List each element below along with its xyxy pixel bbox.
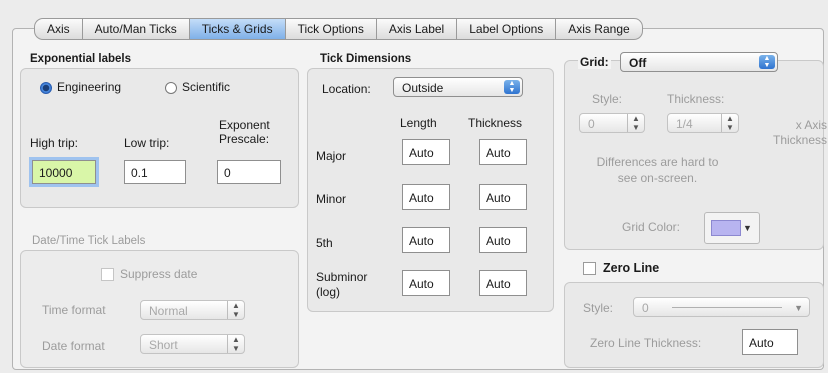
time-format-popup[interactable]: Normal ▲ ▼ (140, 300, 245, 320)
datetime-title: Date/Time Tick Labels (32, 235, 146, 247)
grid-style-label: Style: (592, 92, 623, 106)
up-down-arrows-icon: ▲ ▼ (721, 114, 738, 132)
grid-thickness-label: Thickness: (667, 92, 725, 106)
tab-bar: Axis Auto/Man Ticks Ticks & Grids Tick O… (34, 18, 643, 40)
subminor-length-input[interactable]: Auto (402, 270, 450, 296)
up-down-arrows-icon: ▲ ▼ (627, 114, 644, 132)
chevron-down-icon: ▼ (794, 303, 803, 313)
location-popup[interactable]: Outside ▲ ▼ (393, 77, 523, 97)
thickness-header: Thickness (468, 116, 523, 130)
up-down-arrows-icon: ▲ ▼ (759, 55, 775, 69)
zero-line-thickness-label: Zero Line Thickness: (590, 336, 702, 350)
tab-axis[interactable]: Axis (34, 18, 82, 40)
zero-line-style-popup[interactable]: 0 ▼ (633, 297, 810, 317)
major-length-input[interactable]: Auto (402, 139, 450, 165)
fifth-label: 5th (316, 236, 333, 250)
grid-color-button[interactable]: ▼ (704, 212, 760, 244)
up-down-arrows-icon: ▲ ▼ (227, 335, 244, 353)
up-down-arrows-icon: ▲ ▼ (227, 301, 244, 319)
high-trip-input[interactable]: 10000 (29, 157, 99, 187)
up-down-arrows-icon: ▲ ▼ (504, 80, 520, 94)
tab-auto-man-ticks[interactable]: Auto/Man Ticks (81, 18, 189, 40)
date-format-label: Date format (42, 339, 105, 353)
grid-note: Differences are hard to see on-screen. (596, 155, 719, 185)
chevron-down-icon: ▼ (743, 223, 752, 233)
suppress-date-checkbox[interactable] (101, 268, 114, 281)
tab-ticks-grids[interactable]: Ticks & Grids (188, 18, 285, 40)
zero-line-thickness-input[interactable]: Auto (742, 329, 798, 355)
length-header: Length (400, 116, 437, 130)
scientific-radio[interactable] (165, 82, 177, 94)
location-label: Location: (322, 82, 371, 96)
major-thickness-input[interactable]: Auto (479, 139, 527, 165)
subminor-label: Subminor (log) (316, 270, 368, 299)
fifth-thickness-input[interactable]: Auto (479, 227, 527, 253)
grid-color-swatch (711, 220, 741, 236)
high-trip-label: High trip: (30, 136, 79, 150)
minor-label: Minor (316, 192, 347, 206)
tab-axis-label[interactable]: Axis Label (375, 18, 457, 40)
tick-dimensions-title: Tick Dimensions (320, 53, 412, 65)
time-format-label: Time format (42, 303, 106, 317)
fifth-length-input[interactable]: Auto (402, 227, 450, 253)
line-sample (672, 307, 782, 308)
grid-label: Grid: (578, 55, 611, 69)
zero-line-label: Zero Line (603, 261, 660, 275)
minor-length-input[interactable]: Auto (402, 184, 450, 210)
engineering-radio[interactable] (40, 82, 52, 94)
tab-label-options[interactable]: Label Options (456, 18, 556, 40)
grid-popup[interactable]: Off ▲ ▼ (620, 52, 778, 72)
scientific-label: Scientific (182, 80, 231, 94)
date-format-popup[interactable]: Short ▲ ▼ (140, 334, 245, 354)
low-trip-label: Low trip: (124, 136, 170, 150)
zero-line-style-label: Style: (583, 301, 614, 315)
suppress-date-label: Suppress date (120, 267, 198, 281)
exponent-prescale-label: Exponent Prescale: (219, 118, 270, 146)
grid-style-stepper[interactable]: 0 ▲ ▼ (579, 113, 645, 133)
minor-thickness-input[interactable]: Auto (479, 184, 527, 210)
subminor-thickness-input[interactable]: Auto (479, 270, 527, 296)
prescale-input[interactable]: 0 (217, 160, 281, 184)
zero-line-checkbox[interactable] (583, 262, 596, 275)
engineering-label: Engineering (57, 80, 122, 94)
major-label: Major (316, 149, 347, 163)
tab-axis-range[interactable]: Axis Range (555, 18, 643, 40)
low-trip-input[interactable]: 0.1 (124, 160, 186, 184)
x-axis-thickness-label: x Axis Thickness (773, 118, 828, 147)
tab-tick-options[interactable]: Tick Options (284, 18, 376, 40)
grid-thickness-stepper[interactable]: 1/4 ▲ ▼ (667, 113, 739, 133)
exponential-labels-title: Exponential labels (30, 53, 131, 65)
zero-line-group (564, 282, 824, 368)
grid-color-label: Grid Color: (622, 220, 681, 234)
